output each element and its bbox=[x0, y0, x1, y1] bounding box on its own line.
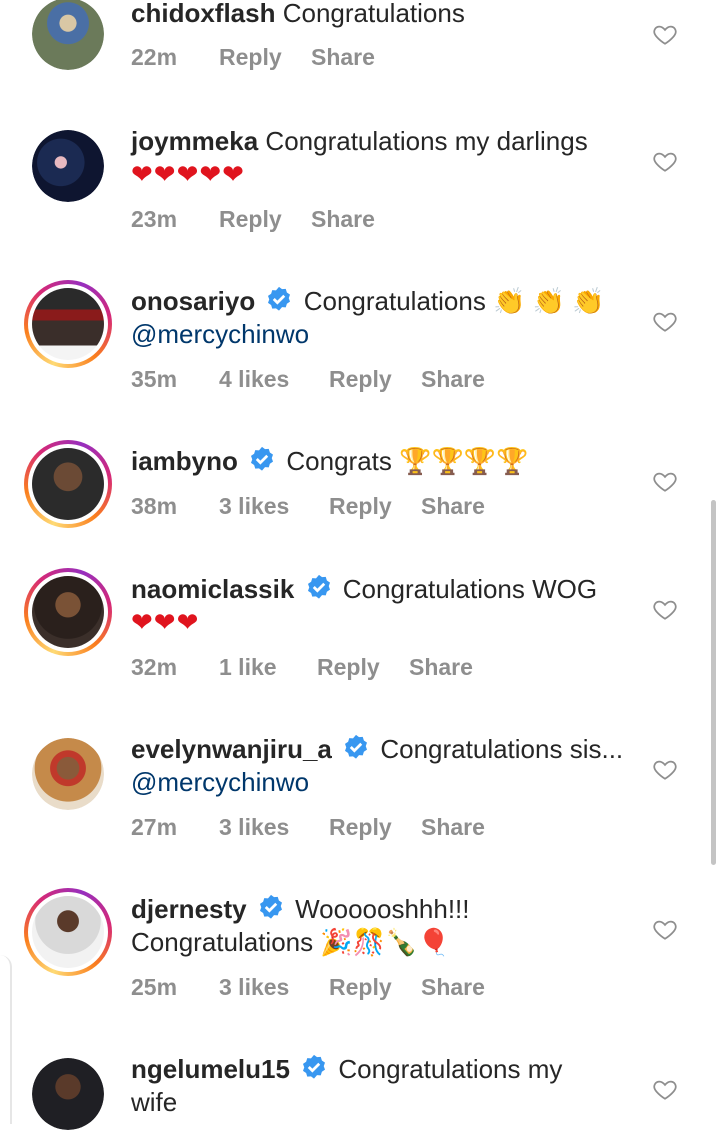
comment-text: Congratulations my darlings bbox=[265, 126, 588, 156]
comment-text: Congratulations sis... bbox=[380, 734, 624, 764]
comment-body: joymmeka Congratulations my darlings ❤❤❤… bbox=[131, 125, 632, 191]
comment-meta: 38m 3 likes Reply Share bbox=[131, 493, 485, 520]
comment-mention[interactable]: @mercychinwo bbox=[131, 319, 309, 349]
comment-text: Woooooshhh!!! bbox=[295, 894, 470, 924]
comment-time: 22m bbox=[131, 44, 178, 70]
avatar-story-ring[interactable] bbox=[24, 568, 112, 656]
avatar-story-ring[interactable] bbox=[24, 440, 112, 528]
reply-button[interactable]: Reply bbox=[219, 44, 311, 71]
comment-text: Congratulations WOG bbox=[342, 574, 598, 604]
comment-time: 35m bbox=[131, 366, 178, 392]
heart-icon[interactable] bbox=[652, 468, 678, 494]
comment-body: ngelumelu15 Congratulations my wife bbox=[131, 1053, 632, 1119]
comment-username[interactable]: iambyno bbox=[131, 446, 238, 476]
verified-badge-icon bbox=[251, 446, 274, 471]
reply-button[interactable]: Reply bbox=[317, 654, 409, 681]
verified-badge-icon bbox=[303, 1054, 326, 1079]
comment-meta: 25m 3 likes Reply Share bbox=[131, 974, 485, 1001]
reply-button[interactable]: Reply bbox=[329, 974, 421, 1001]
like-count[interactable]: 3 likes bbox=[219, 974, 329, 1001]
share-button[interactable]: Share bbox=[421, 493, 485, 520]
comment-meta: 23m Reply Share bbox=[131, 206, 375, 233]
comment-meta: 35m 4 likes Reply Share bbox=[131, 366, 485, 393]
verified-badge-icon bbox=[307, 574, 330, 599]
heart-icon[interactable] bbox=[652, 756, 678, 782]
share-button[interactable]: Share bbox=[421, 366, 485, 393]
comment-body: chidoxflash Congratulations bbox=[131, 0, 632, 30]
share-button[interactable]: Share bbox=[421, 974, 485, 1001]
reply-button[interactable]: Reply bbox=[329, 493, 421, 520]
comment-meta: 27m 3 likes Reply Share bbox=[131, 814, 485, 841]
heart-icon[interactable] bbox=[652, 1076, 678, 1102]
comment-time: 38m bbox=[131, 493, 178, 519]
comment-body: djernesty Woooooshhh!!! Congratulations … bbox=[131, 893, 632, 959]
comment-time: 32m bbox=[131, 654, 178, 680]
comment-body: naomiclassik Congratulations WOG ❤❤❤ bbox=[131, 573, 632, 639]
verified-badge-icon bbox=[268, 286, 291, 311]
share-button[interactable]: Share bbox=[421, 814, 485, 841]
comment-text-line2: Congratulations 🎉🎊🍾🎈 bbox=[131, 927, 450, 957]
like-count[interactable]: 4 likes bbox=[219, 366, 329, 393]
avatar-story-ring[interactable] bbox=[24, 888, 112, 976]
heart-icon[interactable] bbox=[652, 596, 678, 622]
reply-button[interactable]: Reply bbox=[219, 206, 311, 233]
edge-panel-handle[interactable] bbox=[0, 955, 12, 1124]
comment-time: 27m bbox=[131, 814, 178, 840]
comment-mention[interactable]: @mercychinwo bbox=[131, 767, 309, 797]
scrollbar[interactable] bbox=[711, 500, 716, 865]
comment-meta: 22m Reply Share bbox=[131, 44, 375, 71]
heart-icon[interactable] bbox=[652, 21, 678, 47]
reply-button[interactable]: Reply bbox=[329, 366, 421, 393]
comment-username[interactable]: djernesty bbox=[131, 894, 247, 924]
like-count[interactable]: 3 likes bbox=[219, 493, 329, 520]
comment-emoji: ❤❤❤❤❤ bbox=[131, 159, 245, 189]
heart-icon[interactable] bbox=[652, 308, 678, 334]
comment-body: iambyno Congrats 🏆🏆🏆🏆 bbox=[131, 445, 632, 478]
comment-text: Congrats 🏆🏆🏆🏆 bbox=[286, 446, 529, 476]
heart-icon[interactable] bbox=[652, 148, 678, 174]
comment-username[interactable]: naomiclassik bbox=[131, 574, 294, 604]
share-button[interactable]: Share bbox=[409, 654, 473, 681]
like-count[interactable]: 1 like bbox=[219, 654, 317, 681]
comment-body: onosariyo Congratulations 👏 👏 👏 @mercych… bbox=[131, 285, 632, 351]
avatar[interactable] bbox=[32, 1058, 104, 1130]
comment-text: Congratulations 👏 👏 👏 bbox=[303, 286, 605, 316]
avatar[interactable] bbox=[32, 130, 104, 202]
comment-text: Congratulations my bbox=[338, 1054, 563, 1084]
avatar[interactable] bbox=[32, 0, 104, 70]
heart-icon[interactable] bbox=[652, 916, 678, 942]
comment-username[interactable]: joymmeka bbox=[131, 126, 258, 156]
comment-emoji: ❤❤❤ bbox=[131, 607, 200, 637]
verified-badge-icon bbox=[259, 894, 282, 919]
comment-body: evelynwanjiru_a Congratulations sis... @… bbox=[131, 733, 632, 799]
share-button[interactable]: Share bbox=[311, 206, 375, 233]
comment-time: 23m bbox=[131, 206, 178, 232]
share-button[interactable]: Share bbox=[311, 44, 375, 71]
avatar-story-ring[interactable] bbox=[24, 280, 112, 368]
verified-badge-icon bbox=[345, 734, 368, 759]
reply-button[interactable]: Reply bbox=[329, 814, 421, 841]
comment-meta: 32m 1 like Reply Share bbox=[131, 654, 473, 681]
comment-username[interactable]: onosariyo bbox=[131, 286, 255, 316]
comment-time: 25m bbox=[131, 974, 178, 1000]
like-count[interactable]: 3 likes bbox=[219, 814, 329, 841]
avatar[interactable] bbox=[32, 738, 104, 810]
comment-username[interactable]: chidoxflash bbox=[131, 0, 275, 28]
comment-username[interactable]: evelynwanjiru_a bbox=[131, 734, 332, 764]
comment-text-line2: wife bbox=[131, 1087, 178, 1117]
comment-text: Congratulations bbox=[282, 0, 465, 28]
comment-username[interactable]: ngelumelu15 bbox=[131, 1054, 290, 1084]
